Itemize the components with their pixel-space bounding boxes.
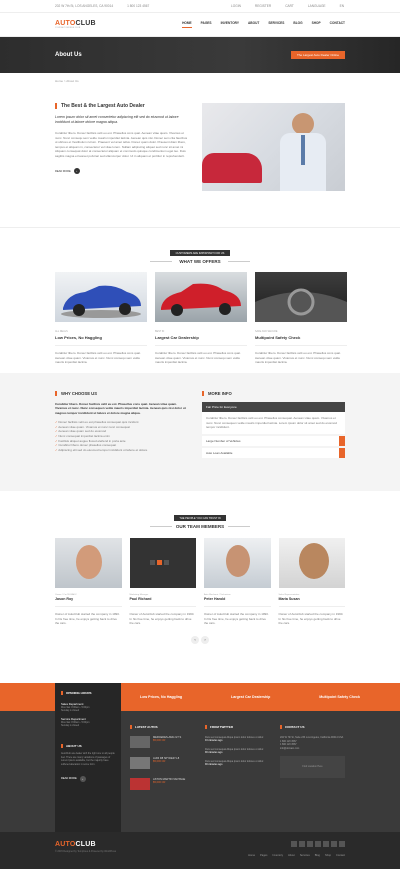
more-title: MORE INFO	[202, 391, 345, 396]
member-name: Peter Harold	[204, 597, 226, 601]
list-item[interactable]: ASTON MARTIN VANTAGE $5,000 CR	[130, 778, 195, 790]
footer-link[interactable]: Inventory	[272, 854, 283, 857]
car-photo-blue	[55, 272, 147, 322]
member-photo	[278, 538, 345, 588]
nav-contact[interactable]: CONTACT	[330, 21, 345, 28]
register-link[interactable]: REGISTER	[255, 4, 271, 8]
offer-title: Low Prices, No Haggling	[55, 335, 102, 340]
team-member: Auto Mechanic / Technician Peter Harold …	[204, 538, 271, 626]
top-bar: 202 W 7th St, LOS ANGELES, CA 90014 1 80…	[0, 0, 400, 13]
footer-link[interactable]: Home	[248, 854, 255, 857]
logo[interactable]: AUTOCLUB YOUR AUTOMOBILE CLUB	[55, 20, 96, 29]
offers-kicker: CUSTOMERS ARE IMPORTANT FOR US	[170, 250, 230, 256]
accordion-loan[interactable]: Auto Loan Available	[202, 447, 345, 458]
main-nav: HOME PAGES INVENTORY ABOUT SERVICES BLOG…	[182, 21, 345, 28]
car-interior-photo	[255, 272, 347, 322]
car-photo-red	[155, 272, 247, 322]
member-name: Paul Richard	[129, 597, 152, 601]
page-hero: About Us The Largest Auto Dealer Online	[0, 37, 400, 73]
footer-link[interactable]: Blog	[315, 854, 320, 857]
offer-card: ALL DEALS Low Prices, No Haggling Curabi…	[55, 272, 147, 365]
strip-item: Multipoint Safety Check	[319, 695, 360, 699]
twitter-widget: FROM TWITTER Duis sed consequat Aliqua i…	[205, 725, 270, 832]
about-read-more[interactable]: READ MORE ›	[61, 775, 86, 782]
accordion-vehicles[interactable]: Large Number of Vehicles	[202, 435, 345, 446]
nav-about[interactable]: ABOUT	[248, 21, 259, 28]
cart-link[interactable]: CART	[285, 4, 294, 8]
strip-item: Low Prices, No Haggling	[140, 695, 183, 699]
list-item[interactable]: MERCEDES-AMG GT S $5,000 CR	[130, 736, 195, 748]
team-section: THE PEOPLE YOU CAN TRUST IN OUR TEAM MEM…	[0, 491, 400, 683]
team-member: Sales Representative Maria Susan Owner o…	[278, 538, 345, 626]
breadcrumb-home[interactable]: Home	[55, 79, 63, 83]
login-link[interactable]: LOGIN	[231, 4, 241, 8]
intro-title: The Best & the Largest Auto Dealer	[55, 103, 190, 109]
prev-arrow-icon[interactable]: ‹	[191, 635, 199, 644]
member-photo	[55, 538, 122, 588]
nav-shop[interactable]: SHOP	[312, 21, 321, 28]
footer-link[interactable]: Pages	[260, 854, 267, 857]
list-item: ✓ Adipiscing elit sed do eiusmod tempor …	[55, 447, 148, 452]
why-title: WHY CHOOSE US	[55, 391, 190, 396]
intro-section: The Best & the Largest Auto Dealer Lorem…	[0, 89, 400, 207]
list-item[interactable]: AUDI R8 SPYDER V-8 $5,000 CR	[130, 757, 195, 769]
address-text: 202 W 7th St, LOS ANGELES, CA 90014	[55, 4, 114, 8]
team-kicker: THE PEOPLE YOU CAN TRUST IN	[174, 515, 226, 521]
nav-home[interactable]: HOME	[182, 21, 192, 28]
footer-link[interactable]: Services	[300, 854, 310, 857]
footer-link[interactable]: Contact	[336, 854, 345, 857]
nav-pages[interactable]: PAGES	[201, 21, 212, 28]
offer-title: Largest Car Dealership	[155, 335, 199, 340]
breadcrumb: Home > About Us	[55, 79, 79, 83]
hours-box: OPENING HOURS Sales Department Mon-Sat: …	[55, 683, 121, 843]
contact-widget: CONTACT US 202 W 7th St, Suite 233 Los A…	[280, 725, 345, 832]
offer-title: Multipoint Safety Check	[255, 335, 301, 340]
offer-card: BEST IN Largest Car Dealership Curabitur…	[155, 272, 247, 365]
hero-button[interactable]: The Largest Auto Dealer Online	[290, 51, 345, 59]
member-photo	[129, 538, 196, 588]
why-list: ✓ Donec facilisis velit eu est phasellus…	[55, 420, 190, 452]
intro-read-more[interactable]: READ MORE ›	[55, 168, 80, 175]
offers-section: CUSTOMERS ARE IMPORTANT FOR US WHAT WE O…	[0, 228, 400, 373]
intro-lead: Lorem ipsum dolor sit amet consectetur a…	[55, 115, 179, 124]
member-name: Maria Susan	[278, 597, 300, 601]
why-section: WHY CHOOSE US Curabitur libero. Donec fa…	[0, 373, 400, 491]
footer-link[interactable]: About	[288, 854, 295, 857]
footer-widgets: OPENING HOURS Sales Department Mon-Sat: …	[0, 683, 400, 843]
breadcrumb-current: About Us	[66, 79, 79, 83]
team-member: Owner / Co-CEO/ADV Jason Roy Owner of Au…	[55, 538, 122, 626]
language-label: LANGUAGE	[307, 4, 326, 8]
dealer-photo	[202, 103, 345, 191]
next-arrow-icon[interactable]: ›	[201, 635, 209, 644]
team-title: OUR TEAM MEMBERS	[0, 524, 400, 529]
nav-services[interactable]: SERVICES	[268, 21, 284, 28]
accordion-fair-price[interactable]: Fair Price for Everyone	[202, 402, 345, 412]
page-title: About Us	[55, 52, 82, 58]
intro-body: Curabitur libero. Donec facilisis velit …	[55, 131, 188, 158]
nav-inventory[interactable]: INVENTORY	[221, 21, 239, 28]
language-select[interactable]: EN	[340, 4, 344, 8]
footer-bottom: AUTOCLUB © 2015 Designed by Templines & …	[0, 832, 400, 869]
footer-link[interactable]: Shop	[325, 854, 331, 857]
nav-blog[interactable]: BLOG	[293, 21, 302, 28]
member-name: Jason Roy	[55, 597, 74, 601]
team-member: Marketing Manager Paul Richard Owner of …	[129, 538, 196, 626]
phone-text: 1 800 123 4567	[127, 4, 150, 8]
member-photo	[204, 538, 271, 588]
offers-title: WHAT WE OFFERS	[0, 259, 400, 264]
header: AUTOCLUB YOUR AUTOMOBILE CLUB HOME PAGES…	[0, 13, 400, 37]
offer-card: SAFE AND SECURE Multipoint Safety Check …	[255, 272, 347, 365]
strip-item: Largest Car Dealership	[231, 695, 271, 699]
map[interactable]: Find Location Here	[280, 756, 345, 779]
latest-autos: LATEST AUTOS MERCEDES-AMG GT S $5,000 CR …	[130, 725, 195, 832]
